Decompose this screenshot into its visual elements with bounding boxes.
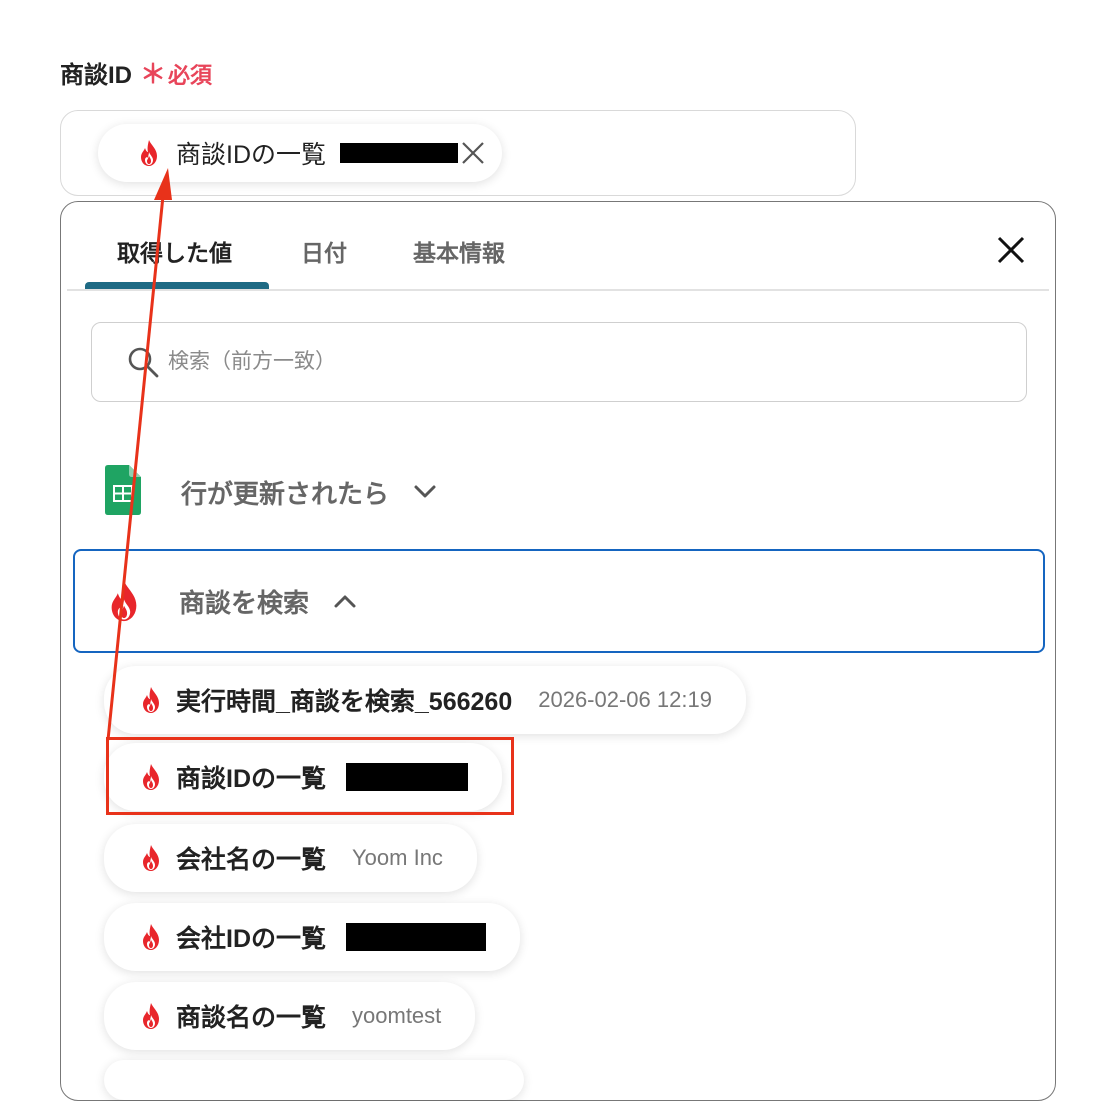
active-tab-indicator	[85, 282, 269, 289]
remove-chip-icon[interactable]	[460, 140, 486, 166]
output-value: yoomtest	[352, 1003, 442, 1028]
output-name: 実行時間_商談を検索_566260	[176, 688, 513, 716]
required-text: 必須	[168, 63, 213, 88]
output-value: Yoom Inc	[352, 845, 443, 870]
group-row-updated[interactable]: 行が更新されたら	[105, 464, 437, 520]
flame-icon	[140, 1002, 162, 1030]
flame-icon	[140, 923, 162, 951]
output-name: 会社IDの一覧	[176, 925, 327, 953]
output-chip-partial[interactable]	[104, 1060, 524, 1100]
output-name: 商談名の一覧	[176, 1004, 327, 1032]
tab-divider	[67, 289, 1049, 291]
tab-obtained-values[interactable]: 取得した値	[117, 234, 232, 268]
group-label: 行が更新されたら	[181, 478, 390, 509]
output-chip[interactable]: 会社IDの一覧	[104, 903, 521, 971]
flame-icon	[107, 578, 141, 624]
field-label: 商談ID ＊必須	[60, 54, 212, 91]
output-chip[interactable]: 会社名の一覧 Yoom Inc	[104, 824, 477, 892]
flame-icon	[138, 139, 160, 167]
selected-chip-label: 商談IDの一覧	[176, 141, 327, 169]
output-value: 2026-02-06 12:19	[538, 687, 712, 712]
chevron-down-icon	[413, 484, 437, 500]
redacted-value	[340, 143, 459, 163]
field-label-text: 商談ID	[60, 62, 132, 89]
chevron-up-icon	[333, 593, 357, 609]
output-chip[interactable]: 商談名の一覧 yoomtest	[104, 982, 476, 1050]
tab-basic-info[interactable]: 基本情報	[413, 234, 505, 268]
selected-value-chip[interactable]: 商談IDの一覧	[98, 124, 503, 182]
search-input[interactable]	[166, 349, 870, 375]
output-name: 会社名の一覧	[176, 846, 327, 874]
redacted-value	[346, 923, 487, 951]
google-sheets-icon	[105, 464, 141, 520]
output-chip[interactable]: 実行時間_商談を検索_566260 2026-02-06 12:19	[104, 666, 746, 734]
flame-icon	[140, 844, 162, 872]
required-star: ＊	[140, 59, 167, 89]
group-search-deals[interactable]: 商談を検索	[73, 549, 1045, 653]
search-icon	[126, 345, 160, 379]
close-icon[interactable]	[995, 234, 1027, 266]
flame-icon	[140, 686, 162, 714]
tab-date[interactable]: 日付	[301, 234, 347, 268]
group-label: 商談を検索	[179, 587, 310, 618]
search-box	[91, 322, 1027, 402]
highlight-box	[106, 737, 514, 815]
tab-bar: 取得した値 日付 基本情報	[61, 202, 1055, 291]
